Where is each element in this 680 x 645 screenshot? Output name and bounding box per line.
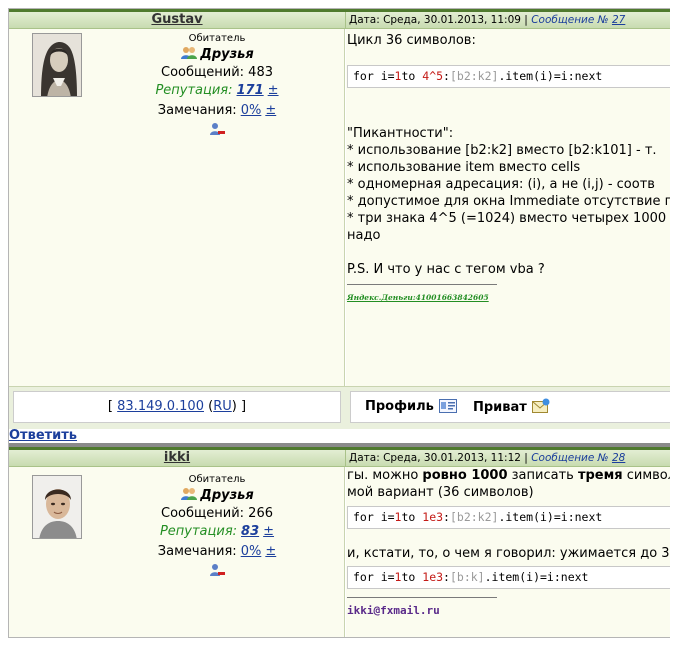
warnings: Замечания: 0% ± — [89, 543, 345, 561]
user-stats: Обитатель Друзья Сообщений: 266 Репутаци… — [89, 473, 345, 577]
post-header: ikki Дата: Среда, 30.01.2013, 11:12 | Со… — [9, 447, 670, 467]
post-date: Дата: Среда, 30.01.2013, 11:09 | Сообщен… — [345, 12, 670, 29]
signature-email[interactable]: ikki@fxmail.ru — [347, 602, 670, 619]
signature-divider — [347, 597, 497, 598]
post-number-link[interactable]: 27 — [612, 14, 625, 26]
warnings: Замечания: 0% ± — [89, 102, 345, 120]
reputation-value-link[interactable]: 171 — [237, 83, 264, 98]
post-number-label: Сообщение № — [531, 14, 609, 26]
post-27: Gustav Дата: Среда, 30.01.2013, 11:09 | … — [9, 9, 670, 429]
users-group-icon — [181, 47, 198, 59]
date-text: Дата: Среда, 30.01.2013, 11:12 — [349, 452, 521, 464]
post-header: Gustav Дата: Среда, 30.01.2013, 11:09 | … — [9, 9, 670, 29]
post-28: ikki Дата: Среда, 30.01.2013, 11:12 | Со… — [9, 447, 670, 637]
message-line: "Пикантности": — [347, 126, 454, 141]
user-rank: Обитатель — [188, 474, 246, 485]
user-group: Друзья — [89, 487, 345, 505]
user-group-label: Друзья — [200, 47, 254, 62]
post-body: Цикл 36 символов: for i=1to 4^5:[b2:k2].… — [346, 29, 670, 386]
user-offline-icon[interactable] — [209, 122, 225, 136]
reputation-value-link[interactable]: 83 — [241, 524, 259, 539]
private-label: Приват — [473, 400, 527, 415]
message-line: гы. можно ровно 1000 записать тремя симв… — [347, 468, 670, 483]
country-link[interactable]: RU — [213, 399, 232, 414]
reputation-change-link[interactable]: ± — [268, 83, 279, 98]
code-block: for i=1to 4^5:[b2:k2].item(i)=i:next — [347, 65, 670, 88]
code-block: for i=1to 1e3:[b:k].item(i)=i:next — [347, 566, 670, 589]
private-message-button[interactable]: Приват — [473, 398, 550, 417]
profile-button[interactable]: Профиль — [365, 398, 458, 416]
profile-label: Профиль — [365, 399, 434, 414]
users-group-icon — [181, 488, 198, 500]
message-line: * три знака 4^5 (=1024) вместо четырех 1… — [347, 211, 667, 226]
user-info-panel: Обитатель Друзья Сообщений: 266 Репутаци… — [9, 467, 345, 637]
message-count: Сообщений: 483 — [161, 65, 273, 80]
message-line: * одномерная адресация: (i), а не (i,j) … — [347, 177, 655, 192]
username-link[interactable]: Gustav — [9, 12, 345, 28]
post-message: гы. можно ровно 1000 записать тремя симв… — [347, 467, 670, 619]
ip-box: [ 83.149.0.100 (RU) ] — [13, 391, 341, 423]
message-count: Сообщений: 266 — [161, 506, 273, 521]
user-info-panel: Обитатель Друзья Сообщений: 483 Репутаци… — [9, 29, 345, 386]
user-rank: Обитатель — [188, 33, 246, 44]
username-link[interactable]: ikki — [9, 450, 345, 466]
profile-card-icon — [439, 399, 458, 413]
user-group-label: Друзья — [200, 488, 254, 503]
date-text: Дата: Среда, 30.01.2013, 11:09 — [349, 14, 521, 26]
signature-link[interactable]: Яндекс.Деньги:41001663842605 — [347, 289, 670, 306]
code-block: for i=1to 1e3:[b2:k2].item(i)=i:next — [347, 506, 670, 529]
post-number-link[interactable]: 28 — [612, 452, 625, 464]
warnings-value-link[interactable]: 0% — [241, 544, 262, 559]
message-line: * использование item вместо cells — [347, 160, 581, 175]
post-actions: Профиль Приват — [350, 391, 670, 423]
post-number-label: Сообщение № — [531, 452, 609, 464]
user-stats: Обитатель Друзья Сообщений: 483 Репутаци… — [89, 32, 345, 136]
warnings-value-link[interactable]: 0% — [241, 103, 262, 118]
reputation-change-link[interactable]: ± — [263, 524, 274, 539]
reputation: Репутация: 83 ± — [89, 523, 345, 541]
envelope-icon — [532, 398, 550, 413]
reputation: Репутация: 171 ± — [89, 82, 345, 100]
post-date: Дата: Среда, 30.01.2013, 11:12 | Сообщен… — [345, 450, 670, 467]
post-footer: [ 83.149.0.100 (RU) ] Профиль Приват — [9, 386, 670, 429]
warnings-label: Замечания: — [157, 103, 237, 118]
message-line: и, кстати, то, о чем я говорил: ужимаетс… — [347, 546, 670, 561]
warnings-change-link[interactable]: ± — [265, 544, 276, 559]
reputation-label: Репутация: — [155, 83, 233, 98]
message-line: P.S. И что у нас с тегом vba ? — [347, 262, 545, 277]
warnings-label: Замечания: — [157, 544, 237, 559]
message-line: мой вариант (36 символов) — [347, 485, 534, 500]
user-group: Друзья — [89, 46, 345, 64]
message-line: * допустимое для окна Immediate отсутств… — [347, 194, 670, 209]
reply-link[interactable]: Ответить — [9, 429, 77, 443]
message-line: надо — [347, 228, 381, 243]
reputation-label: Репутация: — [159, 524, 238, 539]
message-line: * использование [b2:k2] вместо [b2:k101]… — [347, 143, 657, 158]
avatar — [32, 475, 82, 539]
user-offline-icon[interactable] — [209, 563, 225, 577]
post-message: Цикл 36 символов: for i=1to 4^5:[b2:k2].… — [347, 32, 670, 306]
warnings-change-link[interactable]: ± — [265, 103, 276, 118]
avatar — [32, 33, 82, 97]
message-line: Цикл 36 символов: — [347, 33, 476, 48]
ip-link[interactable]: 83.149.0.100 — [117, 399, 204, 414]
post-body: гы. можно ровно 1000 записать тремя симв… — [346, 467, 670, 637]
forum-thread: Gustav Дата: Среда, 30.01.2013, 11:09 | … — [8, 8, 670, 638]
signature-divider — [347, 284, 497, 285]
